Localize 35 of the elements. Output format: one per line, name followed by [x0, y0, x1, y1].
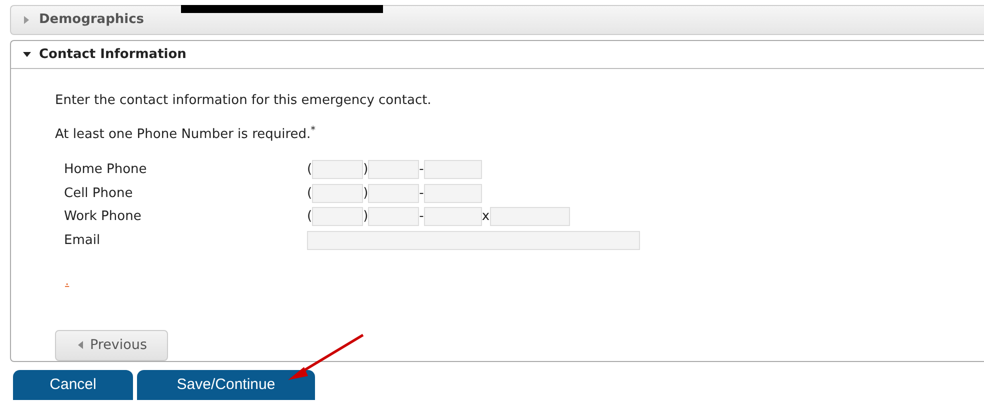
dash-text: - — [419, 161, 424, 179]
paren-text: ) — [363, 208, 368, 226]
panel-header[interactable]: Contact Information — [11, 41, 984, 69]
cancel-button[interactable]: Cancel — [13, 370, 133, 400]
extension-field[interactable] — [490, 207, 570, 226]
prefix-field[interactable] — [368, 207, 420, 226]
field-label: Home Phone — [63, 161, 148, 179]
paren-text: ( — [307, 161, 312, 179]
line-number-field[interactable] — [424, 160, 482, 180]
paren-text: ( — [307, 208, 312, 226]
caret-right-icon — [23, 16, 31, 24]
panel-header[interactable]: Demographics — [10, 5, 984, 35]
ext-text: x — [482, 208, 490, 226]
dash-text: - — [419, 184, 424, 202]
area-code-field[interactable] — [312, 184, 364, 203]
field-label: Work Phone — [63, 208, 142, 226]
previous-button[interactable]: Previous — [55, 330, 168, 360]
line-number-field[interactable] — [424, 207, 482, 226]
instruction-text: Enter the contact information for this emergency contact. — [55, 92, 432, 110]
caret-left-icon — [76, 341, 84, 349]
save-continue-button[interactable]: Save/Continue — [137, 370, 315, 400]
prefix-field[interactable] — [368, 184, 420, 203]
paren-text: ) — [363, 161, 368, 179]
area-code-field[interactable] — [312, 207, 364, 226]
prefix-field[interactable] — [368, 160, 420, 180]
paren-text: ( — [307, 184, 312, 202]
requirement-text: At least one Phone Number is required.$^{*}$ — [55, 124, 317, 144]
caret-down-icon — [23, 50, 31, 58]
paren-text: ) — [363, 184, 368, 202]
field-label: Cell Phone — [63, 184, 134, 202]
dash-text: - — [419, 208, 424, 226]
area-code-field[interactable] — [312, 160, 364, 180]
email-field[interactable] — [307, 230, 640, 250]
line-number-field[interactable] — [424, 184, 482, 203]
field-label: Email — [63, 232, 102, 250]
